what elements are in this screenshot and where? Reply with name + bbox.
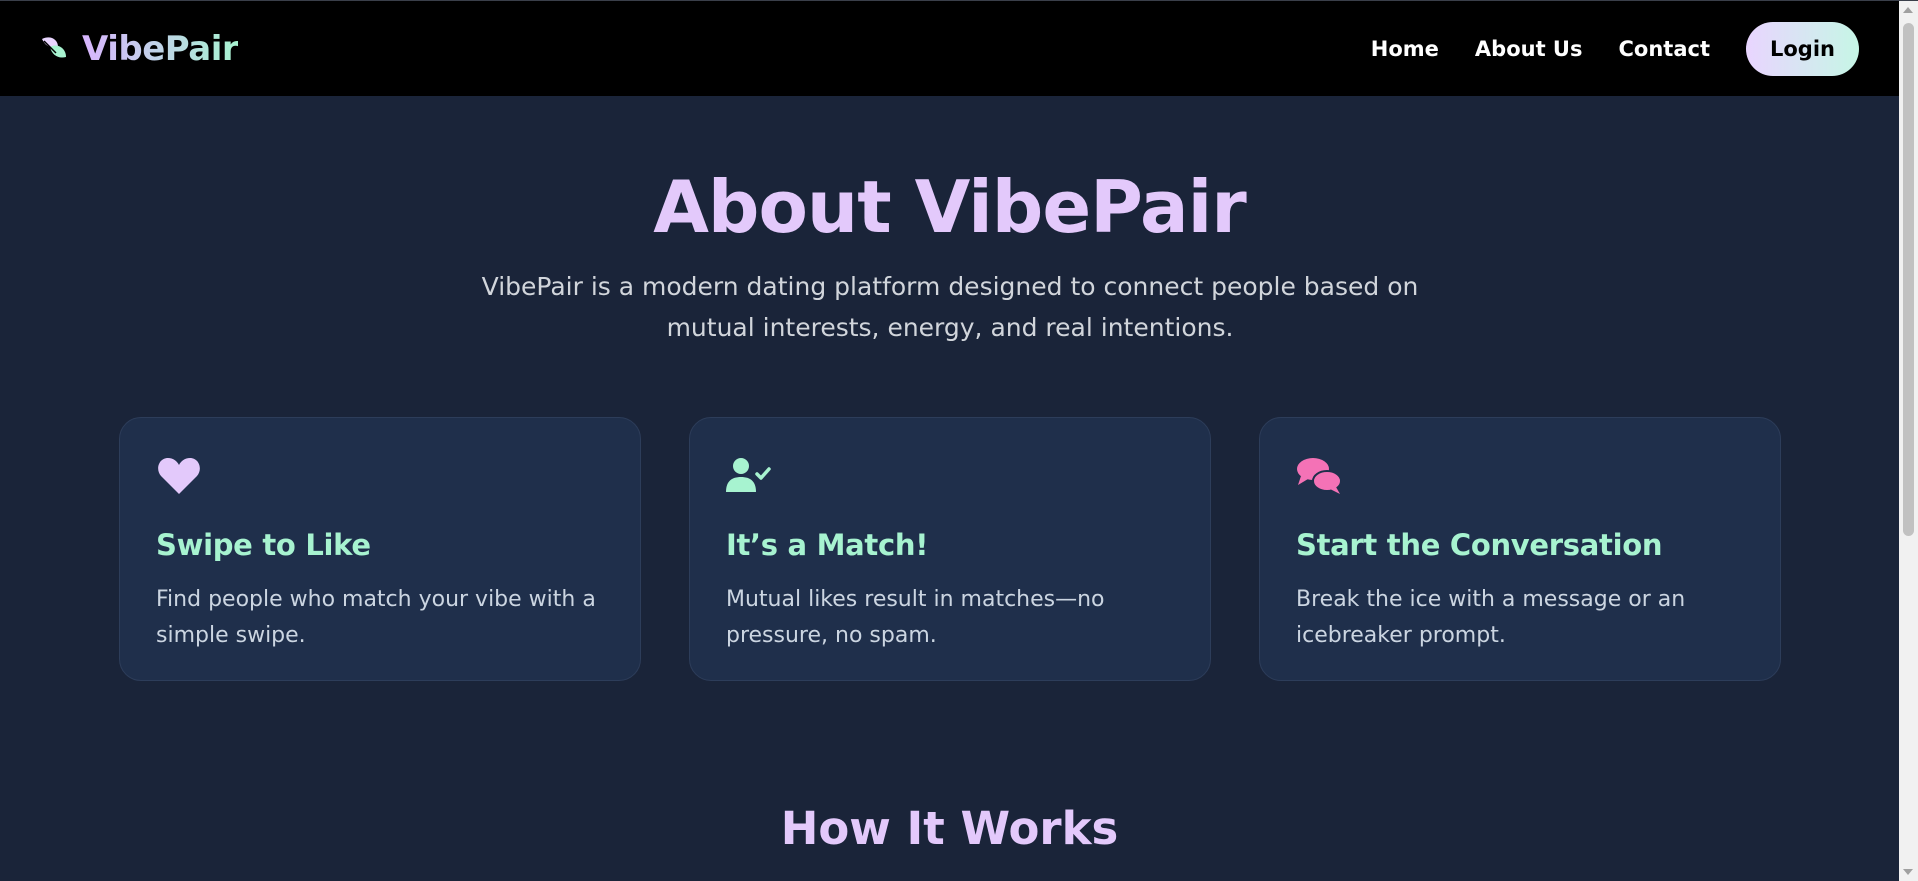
scroll-up-arrow-icon[interactable] [1903,7,1913,13]
nav-link-home[interactable]: Home [1371,37,1439,61]
user-check-icon [726,458,771,492]
hero-subtitle: VibePair is a modern dating platform des… [481,272,1419,342]
how-it-works-title: How It Works [780,802,1119,855]
leaf-heart-icon [42,37,66,58]
vertical-scrollbar[interactable] [1899,1,1918,881]
chat-bubbles-icon [1297,458,1342,494]
feature-cards: Swipe to Like Find people who match your… [119,417,1781,681]
page: VibePair Home About Us Contact Login Abo… [0,0,1899,881]
login-button[interactable]: Login [1746,22,1859,76]
feature-text: Break the ice with a message or an icebr… [1296,587,1686,648]
feature-title: Swipe to Like [156,528,371,562]
feature-card-match: It’s a Match! Mutual likes result in mat… [689,417,1211,681]
scroll-thumb[interactable] [1903,23,1914,536]
nav-links: Home About Us Contact Login [1371,22,1859,76]
feature-card-swipe: Swipe to Like Find people who match your… [119,417,641,681]
heart-icon [158,458,200,494]
nav-link-contact[interactable]: Contact [1619,37,1711,61]
scroll-down-arrow-icon[interactable] [1903,869,1913,875]
brand-name: VibePair [82,29,239,69]
brand-logo[interactable]: VibePair [38,29,239,69]
page-title: About VibePair [653,165,1247,249]
nav-link-about-us[interactable]: About Us [1475,37,1583,61]
feature-title: It’s a Match! [726,528,929,562]
feature-title: Start the Conversation [1296,528,1663,562]
feature-text: Find people who match your vibe with a s… [156,587,596,648]
feature-card-conversation: Start the Conversation Break the ice wit… [1259,417,1781,681]
feature-text: Mutual likes result in matches—no pressu… [726,587,1105,648]
navbar: VibePair Home About Us Contact Login [0,1,1899,96]
